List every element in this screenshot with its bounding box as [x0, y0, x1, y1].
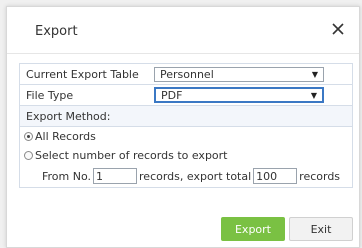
dialog-header: Export [7, 7, 359, 54]
total-records-input[interactable]: 100 [253, 168, 298, 184]
from-number-input[interactable]: 1 [93, 168, 138, 184]
option-select-row[interactable]: Select number of records to export [20, 146, 352, 165]
current-table-row: Current Export Table Personnel ▼ [20, 64, 352, 85]
exit-button[interactable]: Exit [289, 217, 353, 241]
option-all-label[interactable]: All Records [35, 130, 96, 143]
file-type-label: File Type [26, 88, 74, 102]
chevron-down-icon: ▼ [311, 69, 318, 79]
radio-all-records[interactable] [24, 132, 33, 141]
file-type-select[interactable]: PDF ▼ [154, 87, 324, 103]
export-method-label: Export Method: [26, 109, 111, 123]
dialog-title: Export [35, 24, 78, 39]
current-table-label: Current Export Table [26, 67, 139, 81]
option-all-row[interactable]: All Records [20, 127, 352, 146]
chevron-down-icon: ▼ [310, 90, 317, 100]
close-icon[interactable] [329, 20, 347, 38]
export-form: Current Export Table Personnel ▼ File Ty… [19, 63, 353, 188]
radio-select-records[interactable] [24, 151, 33, 160]
option-select-label[interactable]: Select number of records to export [35, 149, 228, 162]
file-type-value: PDF [161, 88, 183, 102]
mid-label: records, export total [139, 169, 252, 183]
current-table-select[interactable]: Personnel ▼ [154, 66, 324, 82]
export-button[interactable]: Export [221, 217, 285, 241]
record-range-row: From No. 1 records, export total 100 rec… [20, 165, 352, 187]
export-method-row: Export Method: [20, 106, 352, 127]
current-table-value: Personnel [160, 67, 214, 81]
end-label: records [299, 169, 341, 183]
export-dialog: Export Current Export Table Personnel ▼ … [6, 6, 360, 248]
from-label: From No. [42, 169, 92, 183]
file-type-row: File Type PDF ▼ [20, 85, 352, 106]
